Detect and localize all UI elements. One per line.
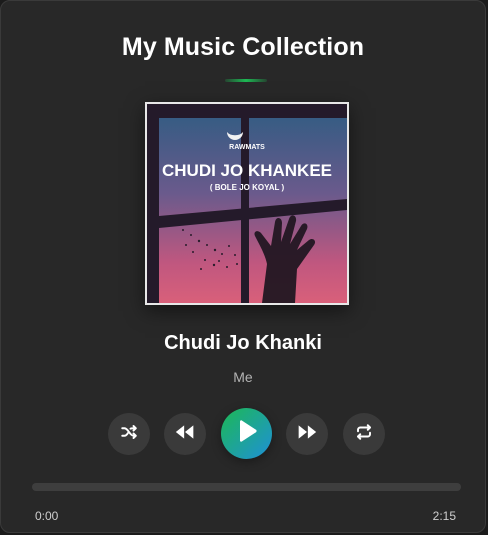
- play-icon: [236, 419, 258, 448]
- page-title: My Music Collection: [121, 33, 365, 61]
- cover-title: CHUDI JO KHANKEE: [162, 161, 332, 180]
- cover-label: RAWMATS: [229, 144, 265, 151]
- repeat-icon: [355, 423, 373, 446]
- current-time: 0:00: [35, 509, 59, 523]
- repeat-button[interactable]: [343, 413, 385, 455]
- song-artist: Me: [233, 369, 253, 385]
- play-button[interactable]: [221, 408, 272, 459]
- song-title: Chudi Jo Khanki: [164, 332, 322, 354]
- progress-bar[interactable]: [32, 483, 461, 491]
- title-underline: [225, 79, 267, 82]
- shuffle-button[interactable]: [108, 413, 150, 455]
- previous-button[interactable]: [164, 413, 206, 455]
- rewind-icon: [175, 424, 195, 445]
- next-button[interactable]: [286, 413, 328, 455]
- player-card: My Music Collection RAWMATS CHUDI JO KHA…: [0, 0, 486, 533]
- cover-subtitle: ( BOLE JO KOYAL ): [210, 183, 285, 192]
- album-cover: RAWMATS CHUDI JO KHANKEE ( BOLE JO KOYAL…: [145, 102, 349, 305]
- shuffle-icon: [120, 423, 138, 446]
- fast-forward-icon: [297, 424, 317, 445]
- total-time: 2:15: [432, 509, 456, 523]
